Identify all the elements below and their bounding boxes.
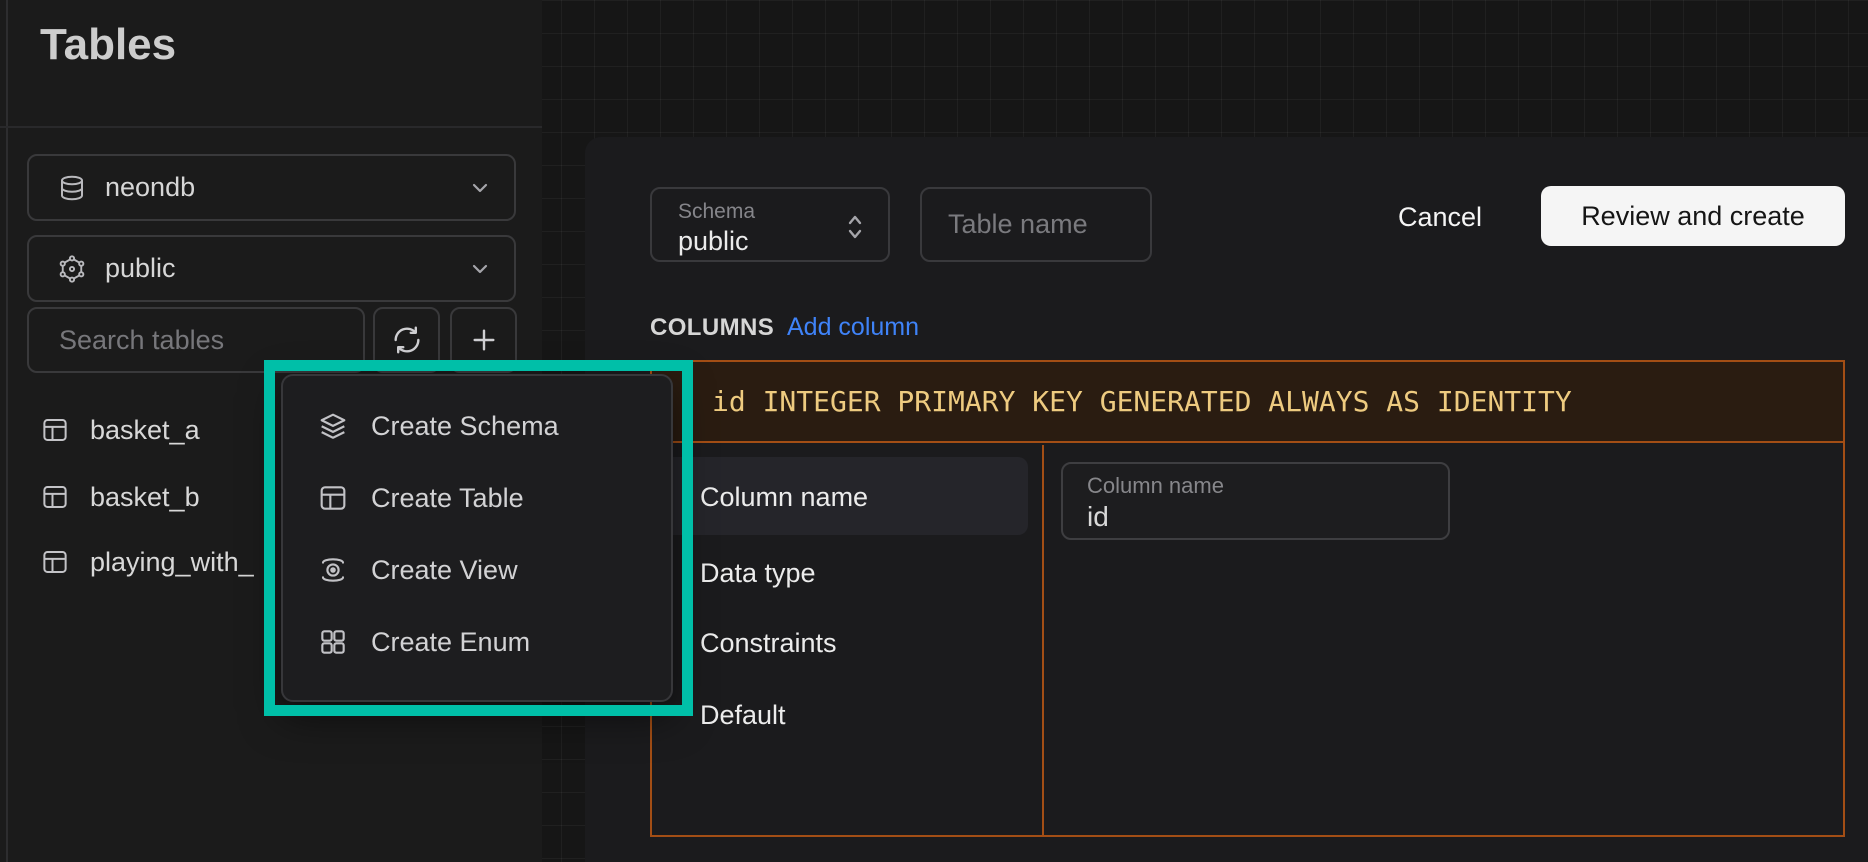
menu-item-create-view[interactable]: Create View bbox=[283, 534, 671, 606]
menu-item-label: Create Enum bbox=[371, 627, 530, 658]
table-name: basket_b bbox=[90, 482, 200, 513]
column-name-field-value: id bbox=[1087, 501, 1109, 533]
layers-icon bbox=[317, 410, 349, 442]
cancel-button[interactable]: Cancel bbox=[1398, 202, 1482, 233]
menu-item-label: Create Schema bbox=[371, 411, 559, 442]
select-updown-icon bbox=[842, 211, 868, 243]
columns-section-header: COLUMNS bbox=[650, 314, 774, 342]
review-and-create-button[interactable]: Review and create bbox=[1541, 186, 1845, 246]
table-name: basket_a bbox=[90, 415, 200, 446]
schema-sidebar-select-value: public bbox=[105, 253, 176, 284]
chevron-down-icon bbox=[468, 176, 492, 200]
column-sql-text: id INTEGER PRIMARY KEY GENERATED ALWAYS … bbox=[712, 385, 1572, 418]
tab-default[interactable]: Default bbox=[700, 700, 786, 731]
plus-icon bbox=[468, 324, 500, 356]
menu-item-create-schema[interactable]: Create Schema bbox=[283, 390, 671, 462]
search-tables-box bbox=[27, 307, 365, 373]
tab-data-type[interactable]: Data type bbox=[700, 558, 816, 589]
database-icon bbox=[57, 172, 87, 204]
sidebar-edge-line bbox=[6, 0, 8, 862]
table-name: playing_with_ bbox=[90, 547, 254, 578]
refresh-icon bbox=[391, 324, 423, 356]
column-editor: id INTEGER PRIMARY KEY GENERATED ALWAYS … bbox=[650, 360, 1845, 837]
table-icon bbox=[317, 482, 349, 514]
column-name-field-label: Column name bbox=[1087, 473, 1224, 499]
database-select[interactable]: neondb bbox=[27, 154, 516, 221]
add-column-link[interactable]: Add column bbox=[787, 313, 919, 342]
menu-item-label: Create Table bbox=[371, 483, 524, 514]
chevron-down-icon bbox=[468, 257, 492, 281]
table-icon bbox=[40, 547, 70, 577]
table-name-field bbox=[920, 187, 1152, 262]
enum-grid-icon bbox=[317, 626, 349, 658]
column-editor-divider bbox=[1042, 445, 1044, 835]
column-sql-bar[interactable]: id INTEGER PRIMARY KEY GENERATED ALWAYS … bbox=[652, 362, 1843, 443]
tab-column-name[interactable]: Column name bbox=[700, 482, 868, 513]
menu-item-label: Create View bbox=[371, 555, 518, 586]
menu-item-create-table[interactable]: Create Table bbox=[283, 462, 671, 534]
column-name-field[interactable]: Column name id bbox=[1061, 462, 1450, 540]
schema-select[interactable]: Schema public bbox=[650, 187, 890, 262]
table-icon bbox=[40, 415, 70, 445]
table-name-input[interactable] bbox=[922, 189, 1150, 260]
schema-select-label: Schema bbox=[678, 200, 755, 224]
create-menu: Create Schema Create Table Create View bbox=[281, 374, 673, 702]
sidebar-divider bbox=[0, 126, 542, 128]
schema-sidebar-select[interactable]: public bbox=[27, 235, 516, 302]
view-icon bbox=[317, 554, 349, 586]
app-root: Schema public Cancel Review and create C… bbox=[0, 0, 1868, 862]
menu-item-create-enum[interactable]: Create Enum bbox=[283, 606, 671, 678]
search-tables-input[interactable] bbox=[29, 309, 363, 371]
database-select-value: neondb bbox=[105, 172, 195, 203]
sidebar-title: Tables bbox=[40, 20, 176, 70]
schema-icon bbox=[57, 253, 87, 285]
schema-select-value: public bbox=[678, 226, 749, 257]
tab-constraints[interactable]: Constraints bbox=[700, 628, 837, 659]
refresh-tables-button[interactable] bbox=[373, 307, 440, 373]
table-icon bbox=[40, 482, 70, 512]
review-and-create-label: Review and create bbox=[1581, 201, 1805, 232]
table-row-playing-with[interactable]: playing_with_ bbox=[40, 543, 268, 581]
create-object-button[interactable] bbox=[450, 307, 517, 373]
